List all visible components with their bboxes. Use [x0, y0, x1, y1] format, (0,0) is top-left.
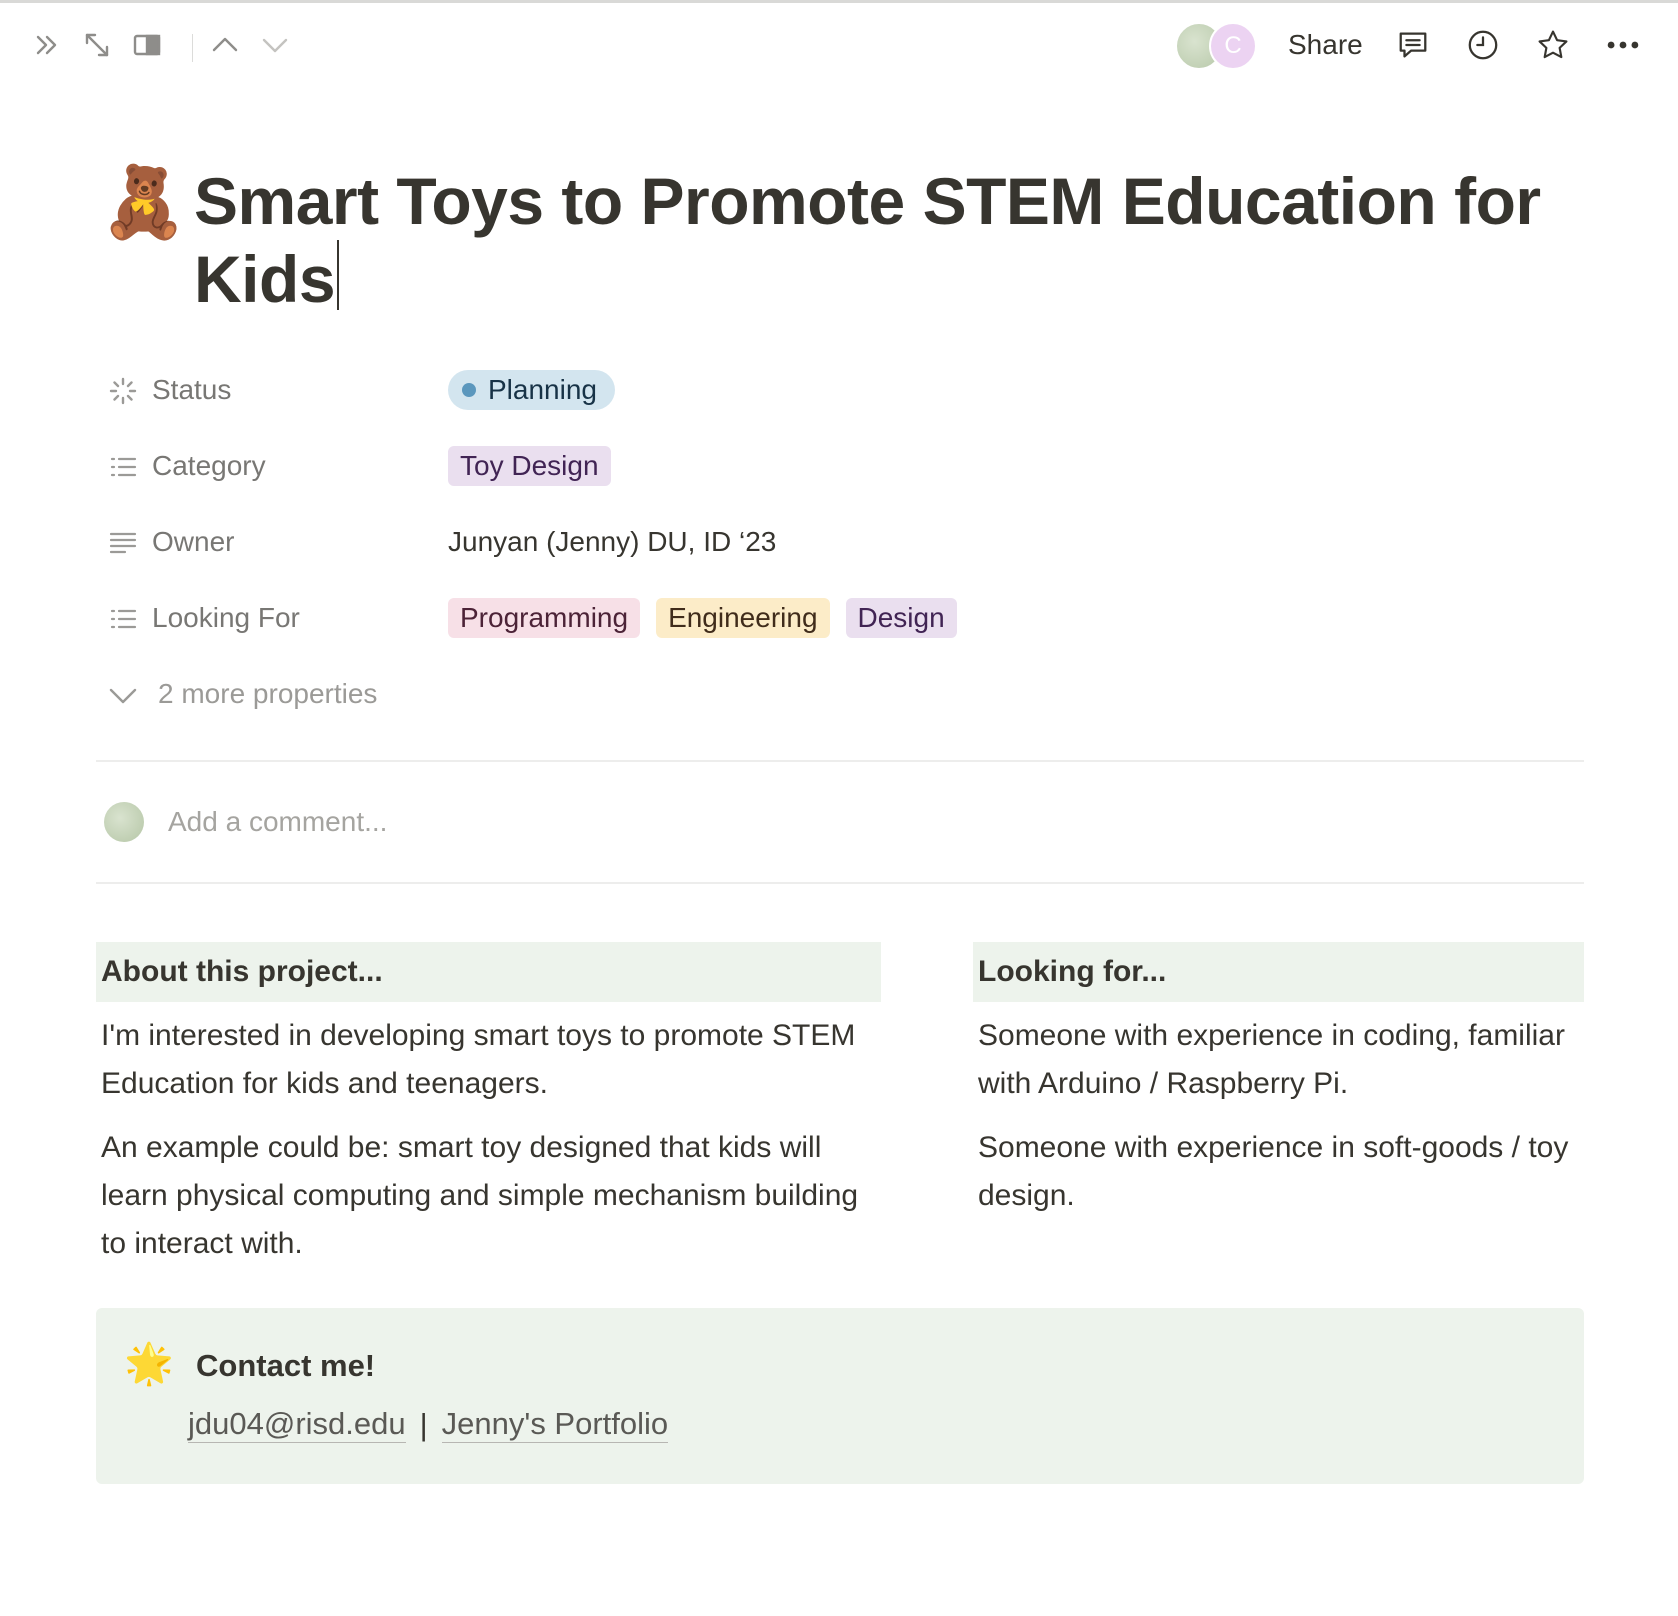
history-clock-icon[interactable] — [1466, 28, 1500, 62]
topbar: C Share — [0, 14, 1678, 78]
text-cursor — [337, 240, 340, 310]
email-link[interactable]: jdu04@risd.edu — [188, 1406, 406, 1443]
property-label: Looking For — [152, 602, 300, 633]
comment-row[interactable] — [104, 800, 1584, 848]
category-tag[interactable]: Toy Design — [448, 446, 611, 486]
link-separator: | — [419, 1406, 428, 1442]
about-heading[interactable]: About this project... — [96, 942, 881, 1002]
more-properties-label: 2 more properties — [158, 678, 378, 709]
property-status[interactable]: Status Planning — [104, 366, 1584, 414]
about-column: About this project... I'm interested in … — [96, 942, 881, 1268]
text-lines-icon — [109, 532, 137, 554]
tag-design[interactable]: Design — [845, 598, 957, 638]
tag-engineering[interactable]: Engineering — [656, 598, 830, 638]
property-looking-for[interactable]: Looking For Programming Engineering Desi… — [104, 594, 1584, 642]
looking-paragraph[interactable]: Someone with experience in soft-goods / … — [973, 1108, 1584, 1220]
page-icon[interactable]: 🧸 — [100, 162, 187, 242]
notion-page: C Share 🧸 Smart Toys to Promote STEM Edu… — [0, 0, 1678, 1616]
looking-paragraph[interactable]: Someone with experience in coding, famil… — [973, 1002, 1584, 1108]
chevron-down-icon[interactable] — [258, 28, 292, 62]
property-value[interactable]: Programming Engineering Design — [448, 594, 957, 642]
portfolio-link[interactable]: Jenny's Portfolio — [441, 1406, 669, 1443]
comment-input[interactable] — [168, 806, 768, 838]
avatar — [104, 802, 144, 842]
more-options-icon[interactable] — [1606, 28, 1640, 62]
property-label: Status — [152, 374, 232, 405]
owner-value[interactable]: Junyan (Jenny) DU, ID ‘23 — [448, 526, 776, 558]
status-text: Planning — [488, 374, 597, 405]
property-value[interactable]: Toy Design — [448, 442, 611, 490]
property-label: Owner — [152, 526, 235, 557]
favorite-star-icon[interactable] — [1536, 28, 1570, 62]
window-top-border — [0, 0, 1678, 3]
status-dot — [462, 383, 476, 397]
avatar[interactable]: C — [1209, 22, 1257, 70]
looking-column: Looking for... Someone with experience i… — [973, 942, 1584, 1220]
comments-icon[interactable] — [1396, 28, 1430, 62]
property-category[interactable]: Category Toy Design — [104, 442, 1584, 490]
share-button[interactable]: Share — [1288, 28, 1363, 62]
about-paragraph[interactable]: An example could be: smart toy designed … — [96, 1108, 881, 1268]
divider — [96, 760, 1584, 762]
avatar-initial: C — [1224, 32, 1242, 59]
chevron-up-icon[interactable] — [208, 28, 242, 62]
looking-heading[interactable]: Looking for... — [973, 942, 1584, 1002]
status-badge[interactable]: Planning — [448, 370, 615, 410]
collapse-sidebar-icon[interactable] — [30, 28, 64, 62]
status-loading-icon — [109, 377, 137, 405]
toolbar-divider — [192, 34, 193, 62]
collaborator-avatars[interactable]: C — [1175, 22, 1261, 72]
expand-icon[interactable] — [80, 28, 114, 62]
list-icon — [110, 609, 137, 629]
tag-programming[interactable]: Programming — [448, 598, 641, 638]
list-icon — [110, 457, 137, 477]
chevron-down-icon — [109, 688, 137, 704]
about-paragraph[interactable]: I'm interested in developing smart toys … — [96, 1002, 881, 1108]
property-owner[interactable]: Owner Junyan (Jenny) DU, ID ‘23 — [104, 518, 1584, 566]
callout-links: jdu04@risd.edu | Jenny's Portfolio — [188, 1406, 669, 1443]
page-title[interactable]: Smart Toys to Promote STEM Education for… — [194, 162, 1544, 318]
property-label: Category — [152, 450, 266, 481]
contact-callout: 🌟 Contact me! jdu04@risd.edu | Jenny's P… — [96, 1308, 1584, 1484]
divider — [96, 882, 1584, 884]
callout-star-icon[interactable]: 🌟 — [124, 1340, 174, 1388]
side-peek-icon[interactable] — [130, 28, 164, 62]
property-value[interactable]: Junyan (Jenny) DU, ID ‘23 — [448, 518, 776, 566]
callout-title[interactable]: Contact me! — [196, 1348, 375, 1384]
page-title-text[interactable]: Smart Toys to Promote STEM Education for… — [194, 164, 1541, 316]
property-value[interactable]: Planning — [448, 366, 615, 414]
